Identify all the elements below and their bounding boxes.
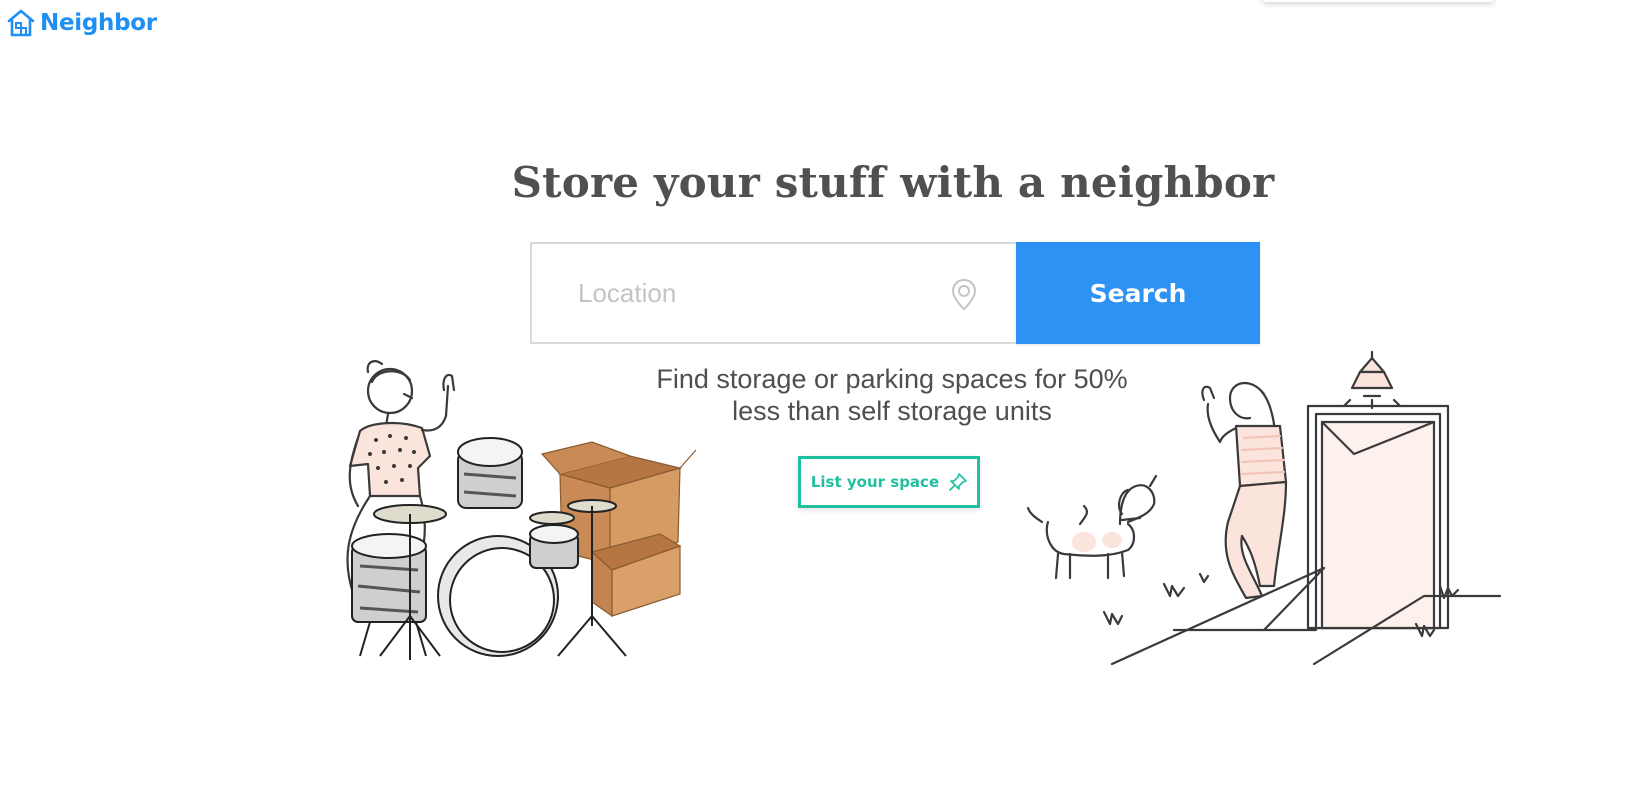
house-icon <box>6 8 36 38</box>
subtitle-line-2: less than self storage units <box>732 396 1052 426</box>
brand-name: Neighbor <box>40 10 157 36</box>
search-button[interactable]: Search <box>1016 242 1260 344</box>
pushpin-icon <box>949 473 967 491</box>
location-input[interactable] <box>576 276 940 310</box>
map-pin-icon <box>950 278 978 317</box>
neighbor-door-illustration <box>1026 350 1502 666</box>
landing-page: Neighbor Store your stuff with a neighbo… <box>0 0 1636 811</box>
neighbor-logo[interactable]: Neighbor <box>6 8 157 38</box>
drummer-illustration <box>346 360 697 660</box>
location-field <box>530 242 1016 344</box>
page-title: Store your stuff with a neighbor <box>511 158 1275 207</box>
list-your-space-button[interactable]: List your space <box>798 456 980 508</box>
search-form: Search <box>530 242 1260 344</box>
user-menu-edge <box>1262 0 1494 2</box>
list-your-space-label: List your space <box>810 473 940 491</box>
